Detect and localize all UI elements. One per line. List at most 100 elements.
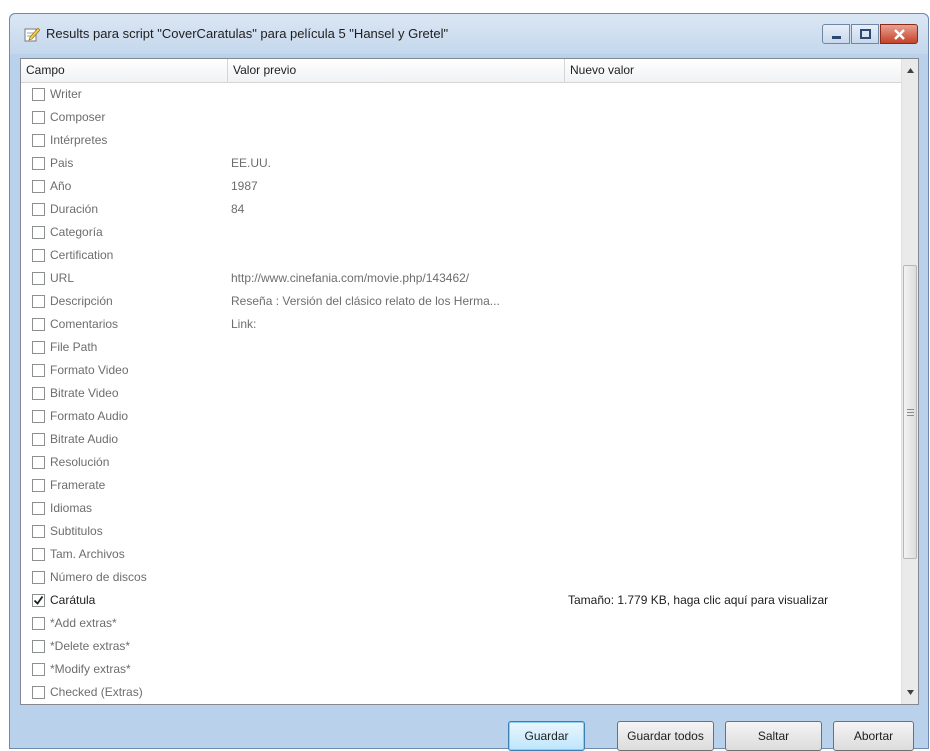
valor-previo-cell: 1987 (231, 179, 258, 193)
abortar-button[interactable]: Abortar (833, 721, 914, 751)
row-checkbox[interactable] (32, 410, 45, 423)
row-checkbox[interactable] (32, 341, 45, 354)
close-button[interactable] (880, 24, 918, 44)
campo-label: Writer (50, 87, 82, 101)
campo-label: Idiomas (50, 501, 93, 515)
row-checkbox[interactable] (32, 318, 45, 331)
row-checkbox[interactable] (32, 88, 45, 101)
row-checkbox[interactable] (32, 111, 45, 124)
campo-label: Subtitulos (50, 524, 103, 538)
nuevo-valor-cell[interactable]: Tamaño: 1.779 KB, haga clic aquí para vi… (568, 593, 828, 607)
campo-label: Bitrate Video (50, 386, 119, 400)
campo-label: Formato Audio (50, 409, 129, 423)
table-row[interactable]: Idiomas (21, 497, 901, 520)
row-checkbox[interactable] (32, 617, 45, 630)
table-row[interactable]: Writer (21, 83, 901, 106)
table-row[interactable]: Bitrate Video (21, 382, 901, 405)
pencil-note-icon (24, 26, 41, 42)
row-checkbox[interactable] (32, 364, 45, 377)
row-checkbox[interactable] (32, 433, 45, 446)
maximize-button[interactable] (851, 24, 879, 44)
campo-label: Bitrate Audio (50, 432, 119, 446)
table-row[interactable]: Framerate (21, 474, 901, 497)
table-row[interactable]: Duración 84 (21, 198, 901, 221)
campo-label: Categoría (50, 225, 103, 239)
table-row[interactable]: Checked (Extras) (21, 681, 901, 704)
campo-label: Resolución (50, 455, 110, 469)
scroll-thumb[interactable] (903, 265, 917, 559)
row-checkbox[interactable] (32, 479, 45, 492)
close-icon (894, 29, 905, 40)
row-checkbox[interactable] (32, 525, 45, 538)
table-row[interactable]: Descripción Reseña : Versión del clásico … (21, 290, 901, 313)
campo-label: Intérpretes (50, 133, 108, 147)
campo-label: *Modify extras* (50, 662, 131, 676)
title-bar[interactable]: Results para script "CoverCaratulas" par… (10, 14, 928, 54)
guardar-button[interactable]: Guardar (508, 721, 585, 751)
row-checkbox[interactable] (32, 387, 45, 400)
minimize-button[interactable] (822, 24, 850, 44)
campo-label: Pais (50, 156, 74, 170)
row-checkbox[interactable] (32, 640, 45, 653)
row-checkbox[interactable] (32, 502, 45, 515)
table-row[interactable]: Composer (21, 106, 901, 129)
row-checkbox[interactable] (32, 272, 45, 285)
table-row[interactable]: *Delete extras* (21, 635, 901, 658)
campo-label: File Path (50, 340, 98, 354)
table-row[interactable]: Formato Audio (21, 405, 901, 428)
column-header-nuevo-valor[interactable]: Nuevo valor (565, 59, 901, 82)
row-checkbox[interactable] (32, 686, 45, 699)
table-row[interactable]: Comentarios Link: (21, 313, 901, 336)
results-grid[interactable]: Campo Valor previo Nuevo valor Writer Com… (20, 58, 919, 705)
table-row[interactable]: Pais EE.UU. (21, 152, 901, 175)
table-row[interactable]: Categoría (21, 221, 901, 244)
table-row[interactable]: Certification (21, 244, 901, 267)
row-checkbox[interactable] (32, 203, 45, 216)
table-row[interactable]: Carátula Tamaño: 1.779 KB, haga clic aquí… (21, 589, 901, 612)
column-header-campo[interactable]: Campo (21, 59, 228, 82)
saltar-button[interactable]: Saltar (725, 721, 822, 751)
guardar-todos-button[interactable]: Guardar todos (617, 721, 714, 751)
row-checkbox[interactable] (32, 295, 45, 308)
table-row[interactable]: *Modify extras* (21, 658, 901, 681)
campo-label: Año (50, 179, 72, 193)
table-row[interactable]: Bitrate Audio (21, 428, 901, 451)
scroll-up-icon[interactable] (902, 62, 919, 79)
table-row[interactable]: Tam. Archivos (21, 543, 901, 566)
row-checkbox[interactable] (32, 456, 45, 469)
row-checkbox[interactable] (32, 157, 45, 170)
table-row[interactable]: Intérpretes (21, 129, 901, 152)
scroll-down-icon[interactable] (902, 684, 919, 701)
vertical-scrollbar[interactable] (901, 59, 919, 704)
table-row[interactable]: File Path (21, 336, 901, 359)
row-checkbox[interactable] (32, 134, 45, 147)
table-row[interactable]: *Add extras* (21, 612, 901, 635)
valor-previo-cell: http://www.cinefania.com/movie.php/14346… (231, 271, 470, 285)
checkmark-icon (33, 595, 44, 605)
results-window: Results para script "CoverCaratulas" par… (9, 13, 929, 751)
row-checkbox[interactable] (32, 594, 45, 607)
campo-label: Tam. Archivos (50, 547, 125, 561)
table-row[interactable]: Subtitulos (21, 520, 901, 543)
row-checkbox[interactable] (32, 180, 45, 193)
grid-header: Campo Valor previo Nuevo valor (21, 59, 901, 83)
table-row[interactable]: Formato Video (21, 359, 901, 382)
row-checkbox[interactable] (32, 571, 45, 584)
campo-label: Formato Video (50, 363, 129, 377)
campo-label: Certification (50, 248, 114, 262)
campo-label: Composer (50, 110, 106, 124)
campo-label: *Add extras* (50, 616, 117, 630)
row-checkbox[interactable] (32, 548, 45, 561)
column-header-valor-previo[interactable]: Valor previo (228, 59, 565, 82)
table-row[interactable]: URL http://www.cinefania.com/movie.php/14… (21, 267, 901, 290)
campo-label: Descripción (50, 294, 113, 308)
row-checkbox[interactable] (32, 249, 45, 262)
table-row[interactable]: Año 1987 (21, 175, 901, 198)
campo-label: URL (50, 271, 75, 285)
campo-label: Checked (Extras) (50, 685, 143, 699)
row-checkbox[interactable] (32, 226, 45, 239)
table-row[interactable]: Número de discos (21, 566, 901, 589)
table-row[interactable]: Resolución (21, 451, 901, 474)
row-checkbox[interactable] (32, 663, 45, 676)
campo-label: *Delete extras* (50, 639, 131, 653)
